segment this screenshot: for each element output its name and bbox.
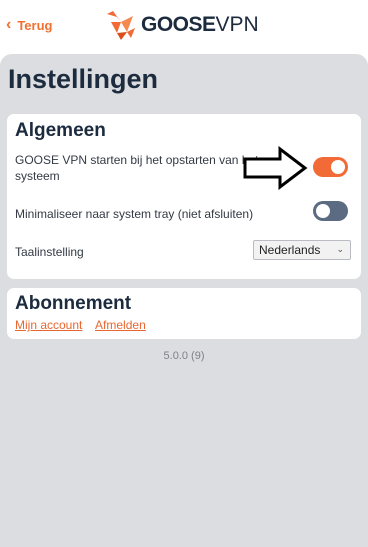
arrow-right-icon bbox=[243, 146, 308, 190]
my-account-link[interactable]: Mijn account bbox=[15, 318, 82, 332]
brand-vpn: VPN bbox=[215, 13, 259, 36]
back-button[interactable]: ‹ Terug bbox=[6, 17, 52, 33]
language-label: Taalinstelling bbox=[15, 245, 84, 259]
minimize-label: Minimaliseer naar system tray (niet afsl… bbox=[15, 207, 254, 221]
brand-goose: GOOSE bbox=[141, 13, 216, 36]
subscription-card: Abonnement Mijn account Afmelden bbox=[7, 288, 361, 339]
page-title: Instellingen bbox=[8, 64, 159, 94]
brand-name: GOOSEVPN bbox=[141, 13, 259, 37]
start-on-boot-label: GOOSE VPN starten bij het opstarten van … bbox=[15, 153, 259, 183]
toggle-knob bbox=[316, 204, 330, 218]
settings-panel: Instellingen Algemeen GOOSE VPN starten … bbox=[0, 54, 368, 547]
goose-logo-icon bbox=[107, 11, 135, 40]
general-title: Algemeen bbox=[15, 120, 106, 141]
start-on-boot-toggle[interactable] bbox=[313, 157, 348, 177]
back-label: Terug bbox=[17, 17, 53, 33]
subscription-links: Mijn account Afmelden bbox=[15, 318, 156, 332]
toggle-knob bbox=[331, 160, 345, 174]
chevron-left-icon: ‹ bbox=[6, 16, 12, 33]
top-bar: ‹ Terug GOOSEVPN bbox=[0, 0, 368, 54]
general-card: Algemeen GOOSE VPN starten bij het opsta… bbox=[7, 114, 361, 279]
language-select[interactable]: Nederlands ⌄ bbox=[253, 240, 351, 260]
subscription-title: Abonnement bbox=[15, 293, 132, 314]
chevron-down-icon: ⌄ bbox=[336, 244, 344, 254]
app-logo: GOOSEVPN bbox=[105, 8, 259, 42]
logout-link[interactable]: Afmelden bbox=[95, 318, 146, 332]
language-value: Nederlands bbox=[259, 243, 321, 257]
minimize-to-tray-toggle[interactable] bbox=[313, 201, 348, 221]
version-label: 5.0.0 (9) bbox=[163, 350, 205, 362]
